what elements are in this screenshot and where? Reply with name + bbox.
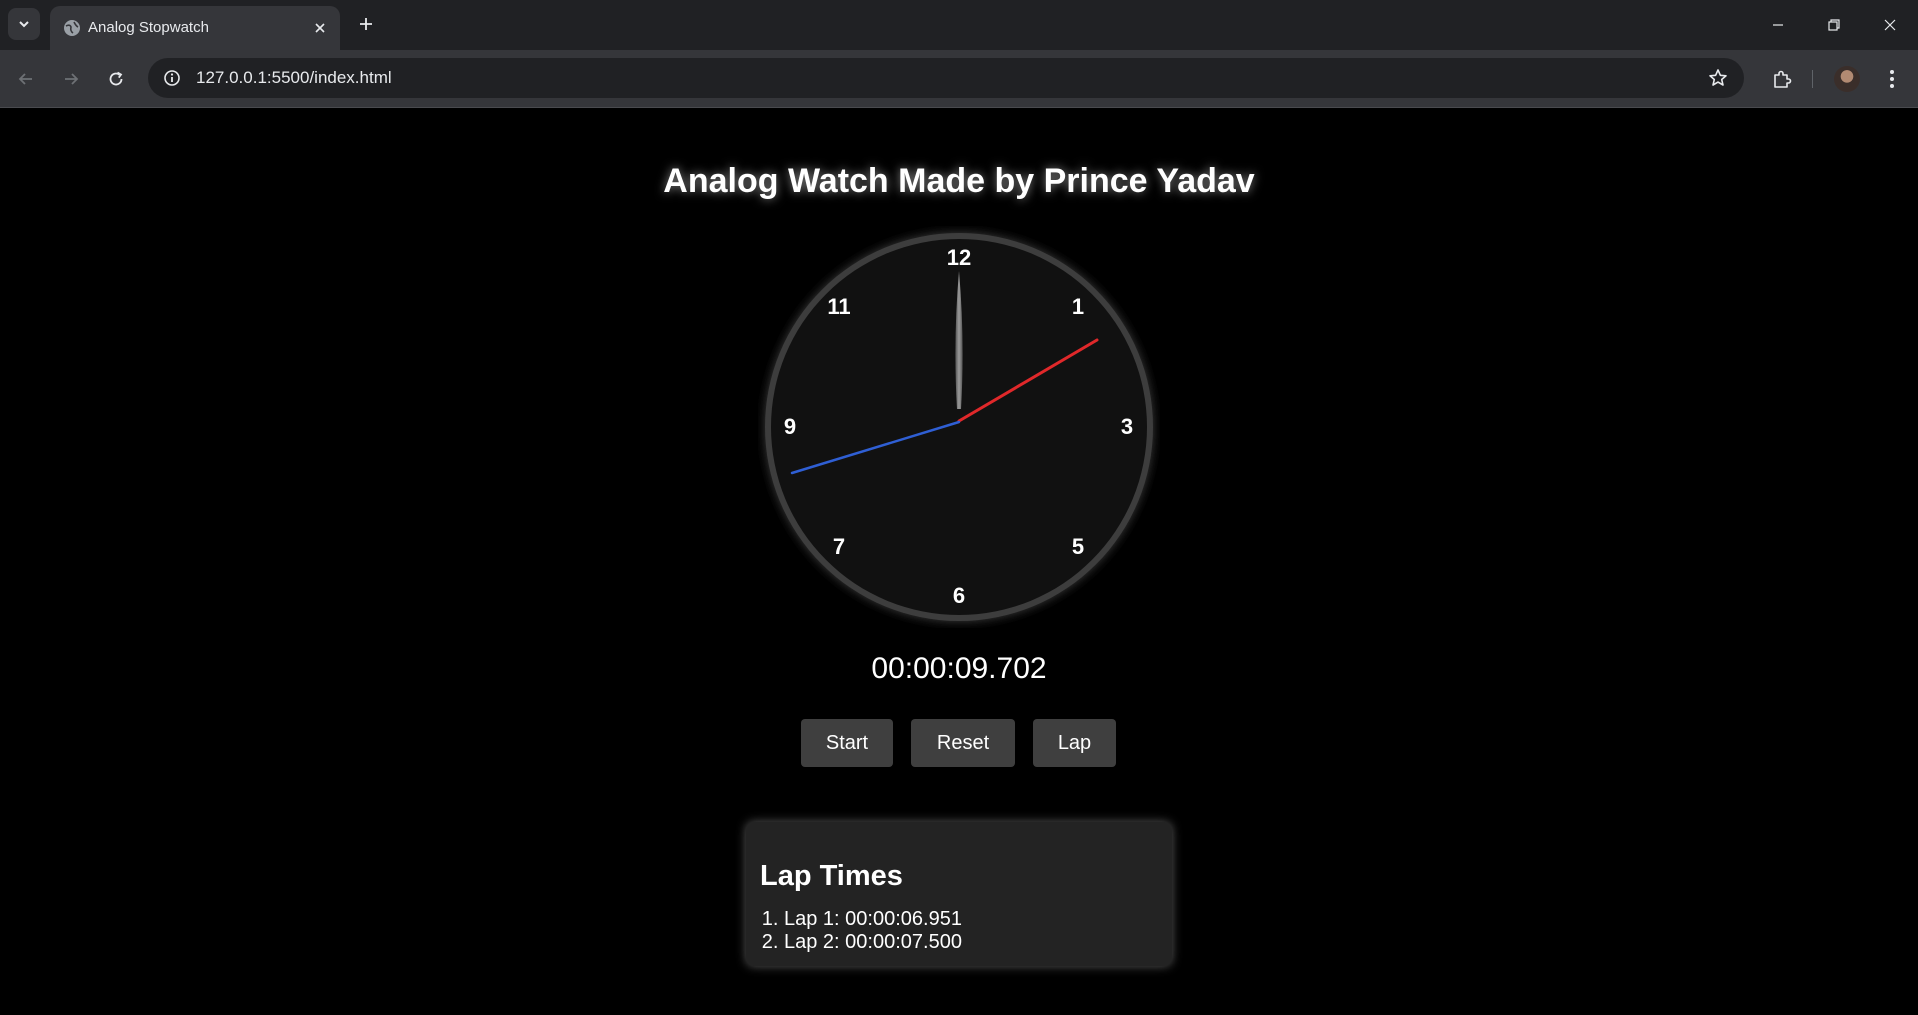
address-bar[interactable]: 127.0.0.1:5500/index.html	[148, 58, 1744, 98]
reload-icon	[109, 71, 123, 86]
lap-button[interactable]: Lap	[1033, 719, 1116, 767]
lap-item: Lap 1: 00:00:06.951	[784, 908, 962, 931]
clock-number-11: 11	[827, 294, 850, 319]
back-button[interactable]	[10, 63, 42, 95]
analog-clock: 12 1 3 5 6 7 9 11	[758, 226, 1160, 628]
minimize-icon	[1773, 24, 1783, 26]
bookmark-button[interactable]	[1706, 66, 1730, 90]
kebab-menu-icon	[1890, 70, 1894, 88]
page-content: Analog Watch Made by Prince Yadav 12 1 3…	[0, 108, 1918, 1015]
url-text[interactable]: 127.0.0.1:5500/index.html	[196, 68, 392, 88]
clock-number-9: 9	[784, 414, 796, 439]
puzzle-icon	[1774, 70, 1792, 88]
restore-button[interactable]	[1806, 0, 1862, 50]
new-tab-button[interactable]	[352, 10, 380, 38]
tab-close-button[interactable]	[308, 16, 332, 40]
lap-list: Lap 1: 00:00:06.951 Lap 2: 00:00:07.500	[760, 908, 962, 954]
arrow-left-icon	[18, 73, 32, 85]
forward-button[interactable]	[55, 63, 87, 95]
plus-icon	[360, 18, 372, 30]
info-icon	[164, 70, 180, 86]
browser-tab[interactable]: Analog Stopwatch	[50, 6, 340, 50]
clock-number-12: 12	[947, 245, 971, 270]
browser-toolbar: 127.0.0.1:5500/index.html	[0, 50, 1918, 108]
clock-number-3: 3	[1121, 414, 1133, 439]
page-title: Analog Watch Made by Prince Yadav	[663, 162, 1255, 200]
toolbar-divider	[1812, 70, 1813, 88]
clock-number-5: 5	[1072, 534, 1084, 559]
lap-times-panel: Lap Times Lap 1: 00:00:06.951 Lap 2: 00:…	[746, 822, 1172, 966]
star-icon	[1709, 69, 1727, 86]
tab-title: Analog Stopwatch	[88, 19, 209, 36]
clock-number-1: 1	[1072, 294, 1084, 319]
clock-number-7: 7	[833, 534, 845, 559]
chevron-down-icon	[19, 21, 29, 28]
close-window-button[interactable]	[1862, 0, 1918, 50]
lap-item: Lap 2: 00:00:07.500	[784, 931, 962, 954]
browser-menu-button[interactable]	[1876, 63, 1908, 95]
close-icon	[315, 23, 325, 33]
browser-titlebar: Analog Stopwatch	[0, 0, 1918, 50]
site-info-button[interactable]	[160, 66, 184, 90]
clock-number-6: 6	[953, 583, 965, 608]
minimize-button[interactable]	[1750, 0, 1806, 50]
reset-button[interactable]: Reset	[911, 719, 1015, 767]
clock-face-svg: 12 1 3 5 6 7 9 11	[765, 233, 1153, 621]
extensions-button[interactable]	[1766, 63, 1798, 95]
restore-icon	[1828, 19, 1840, 31]
start-button[interactable]: Start	[801, 719, 893, 767]
globe-icon	[64, 20, 80, 36]
arrow-right-icon	[65, 73, 79, 85]
reload-button[interactable]	[100, 63, 132, 95]
digital-time-display: 00:00:09.702	[871, 652, 1047, 685]
lap-times-heading: Lap Times	[760, 860, 903, 892]
tab-list-button[interactable]	[8, 8, 40, 40]
profile-avatar[interactable]	[1834, 66, 1860, 92]
close-icon	[1884, 19, 1896, 31]
